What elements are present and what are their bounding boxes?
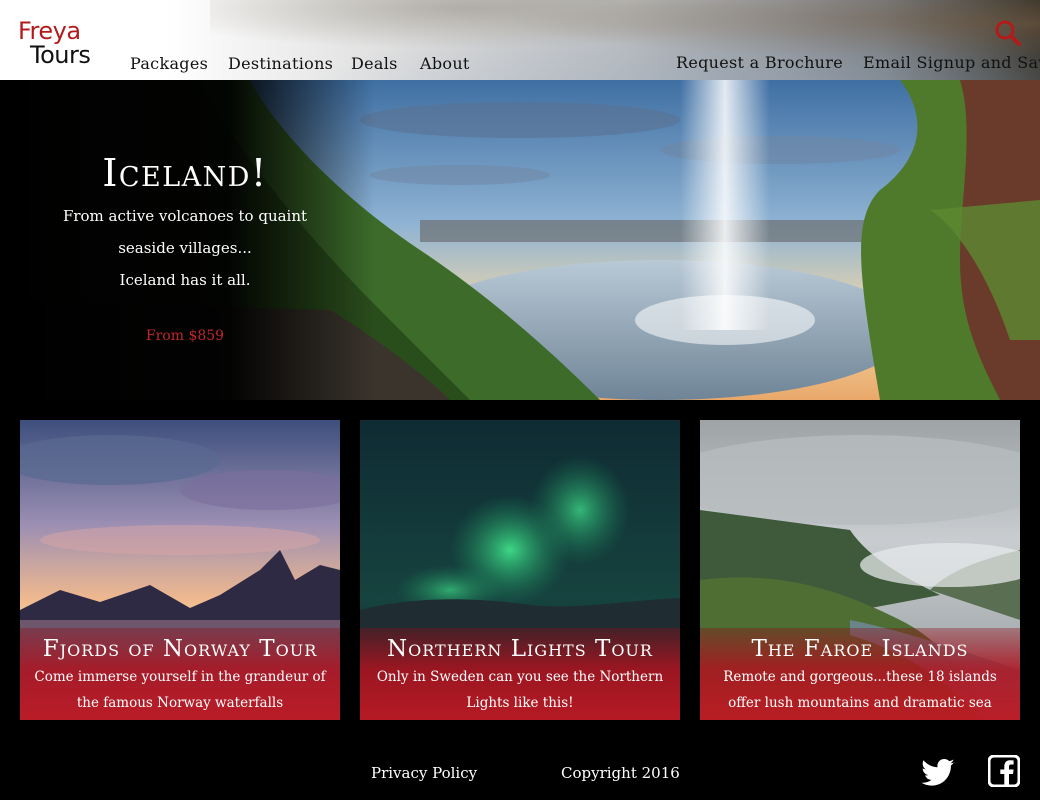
hero-banner[interactable]: Iceland! From active volcanoes to quaint… bbox=[0, 80, 1040, 400]
tour-cards: Fjords of Norway Tour Come immerse yours… bbox=[20, 420, 1020, 720]
main-nav: Packages Destinations Deals About Reques… bbox=[0, 0, 1040, 80]
hero-title: Iceland! bbox=[102, 151, 268, 195]
facebook-icon[interactable] bbox=[987, 754, 1024, 791]
tour-title-northern-lights: Northern Lights Tour bbox=[387, 636, 653, 662]
hero-subtitle-line3: Iceland has it all. bbox=[119, 271, 251, 289]
tour-desc-faroe: Remote and gorgeous...these 18 islands o… bbox=[723, 669, 997, 711]
tour-title-faroe: The Faroe Islands bbox=[751, 636, 969, 662]
tour-card-northern-lights[interactable]: Northern Lights Tour Only in Sweden can … bbox=[360, 420, 680, 720]
tour-caption-norway: Fjords of Norway Tour Come immerse yours… bbox=[20, 628, 340, 720]
nav-destinations[interactable]: Destinations bbox=[228, 53, 333, 75]
search-icon[interactable] bbox=[994, 19, 1022, 47]
site-header: Freya Tours Packages Destinations Deals … bbox=[0, 0, 1040, 80]
nav-packages[interactable]: Packages bbox=[130, 53, 208, 75]
tour-desc-norway: Come immerse yourself in the grandeur of… bbox=[34, 669, 326, 711]
hero-subtitle-line1: From active volcanoes to quaint bbox=[62, 207, 308, 225]
nav-email-signup[interactable]: Email Signup and Save bbox=[863, 52, 1040, 74]
tour-caption-faroe: The Faroe Islands Remote and gorgeous...… bbox=[700, 628, 1020, 720]
tour-caption-northern-lights: Northern Lights Tour Only in Sweden can … bbox=[360, 628, 680, 720]
nav-about[interactable]: About bbox=[420, 53, 470, 75]
twitter-icon[interactable] bbox=[919, 755, 955, 791]
nav-deals[interactable]: Deals bbox=[351, 53, 398, 75]
site-footer: Privacy Policy Copyright 2016 bbox=[0, 740, 1040, 800]
privacy-policy-link[interactable]: Privacy Policy bbox=[371, 763, 477, 783]
hero-price[interactable]: From $859 bbox=[40, 326, 330, 346]
copyright-text: Copyright 2016 bbox=[561, 764, 680, 782]
tour-title-norway: Fjords of Norway Tour bbox=[42, 636, 318, 662]
hero-text-block: Iceland! From active volcanoes to quaint… bbox=[40, 150, 330, 346]
tour-desc-northern-lights: Only in Sweden can you see the Northern … bbox=[376, 669, 664, 711]
hero-subtitle-line2: seaside villages... bbox=[118, 239, 252, 257]
tour-card-faroe[interactable]: The Faroe Islands Remote and gorgeous...… bbox=[700, 420, 1020, 720]
tour-card-norway[interactable]: Fjords of Norway Tour Come immerse yours… bbox=[20, 420, 340, 720]
nav-request-brochure[interactable]: Request a Brochure bbox=[676, 52, 843, 74]
